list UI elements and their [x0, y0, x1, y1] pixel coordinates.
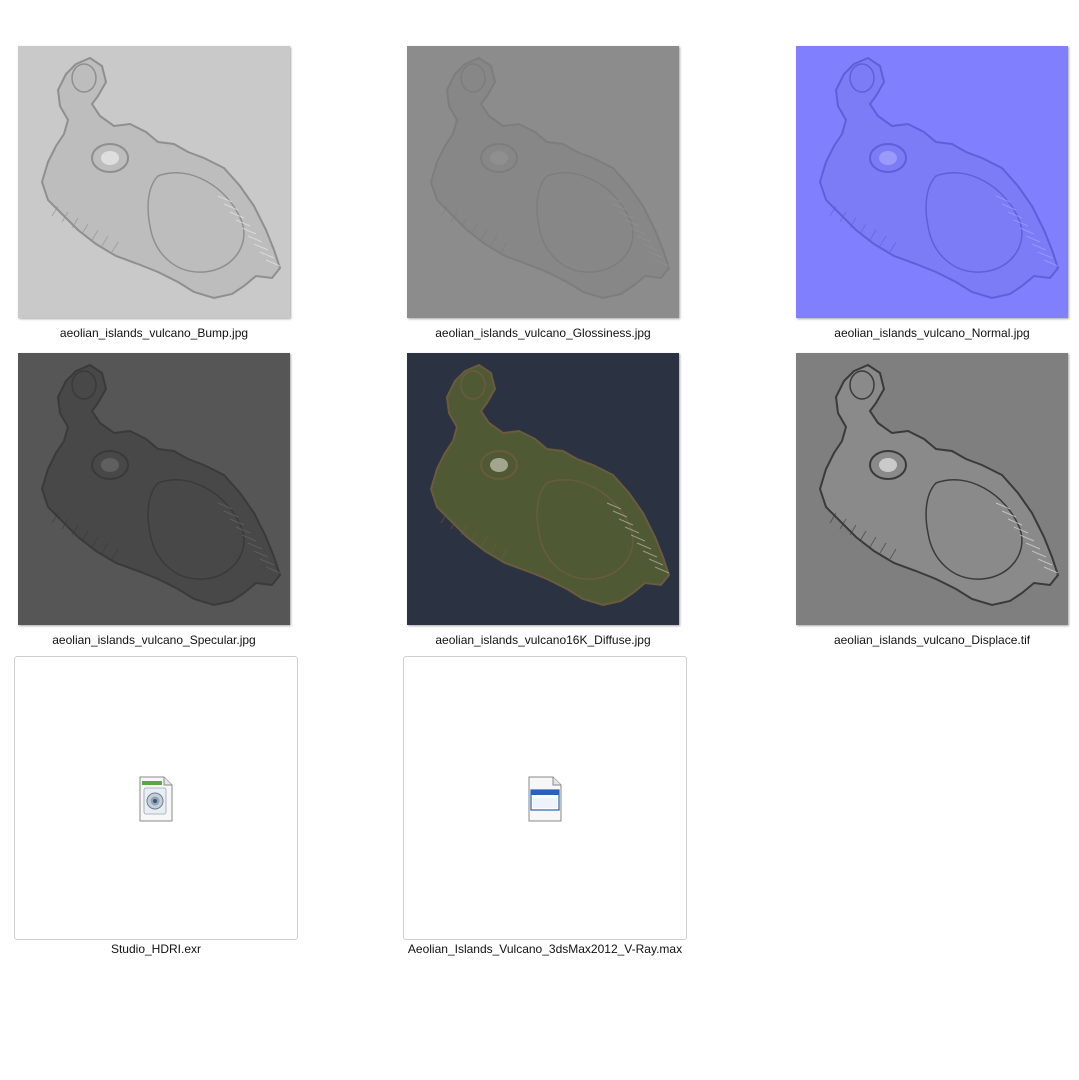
- texture-preview-image: [407, 46, 679, 318]
- exr-image-file-icon: [139, 776, 173, 822]
- file-name-label: aeolian_islands_vulcano_Normal.jpg: [834, 326, 1030, 340]
- max-scene-file-icon: [528, 776, 562, 822]
- texture-preview-image: [796, 46, 1068, 318]
- file-item-normal[interactable]: aeolian_islands_vulcano_Normal.jpg: [787, 46, 1077, 340]
- file-name-label: Aeolian_Islands_Vulcano_3dsMax2012_V-Ray…: [407, 942, 683, 956]
- file-item-glossiness[interactable]: aeolian_islands_vulcano_Glossiness.jpg: [398, 46, 688, 340]
- texture-preview-image: [18, 46, 290, 318]
- texture-preview-image: [796, 353, 1068, 625]
- diffuse-map-thumbnail: [407, 353, 679, 625]
- file-item-bump[interactable]: aeolian_islands_vulcano_Bump.jpg: [9, 46, 299, 340]
- texture-preview-image: [407, 353, 679, 625]
- file-name-label: aeolian_islands_vulcano_Specular.jpg: [52, 633, 256, 647]
- file-name-label: Studio_HDRI.exr: [110, 942, 202, 956]
- file-item-studio-hdri[interactable]: Studio_HDRI.exr: [11, 656, 301, 956]
- normal-map-thumbnail: [796, 46, 1068, 318]
- file-preview-frame: [14, 656, 298, 940]
- file-item-max-scene[interactable]: Aeolian_Islands_Vulcano_3dsMax2012_V-Ray…: [400, 656, 690, 956]
- file-item-displace[interactable]: aeolian_islands_vulcano_Displace.tif: [787, 353, 1077, 647]
- file-name-label: aeolian_islands_vulcano16K_Diffuse.jpg: [435, 633, 651, 647]
- file-item-specular[interactable]: aeolian_islands_vulcano_Specular.jpg: [9, 353, 299, 647]
- texture-preview-image: [18, 353, 290, 625]
- file-name-label: aeolian_islands_vulcano_Glossiness.jpg: [435, 326, 651, 340]
- file-thumbnail-grid: aeolian_islands_vulcano_Bump.jpg aeolian…: [0, 0, 1079, 1080]
- specular-map-thumbnail: [18, 353, 290, 625]
- bump-map-thumbnail: [18, 46, 290, 318]
- file-item-diffuse[interactable]: aeolian_islands_vulcano16K_Diffuse.jpg: [398, 353, 688, 647]
- file-name-label: aeolian_islands_vulcano_Displace.tif: [833, 633, 1031, 647]
- displacement-map-thumbnail: [796, 353, 1068, 625]
- file-name-label: aeolian_islands_vulcano_Bump.jpg: [59, 326, 249, 340]
- glossiness-map-thumbnail: [407, 46, 679, 318]
- file-preview-frame: [403, 656, 687, 940]
